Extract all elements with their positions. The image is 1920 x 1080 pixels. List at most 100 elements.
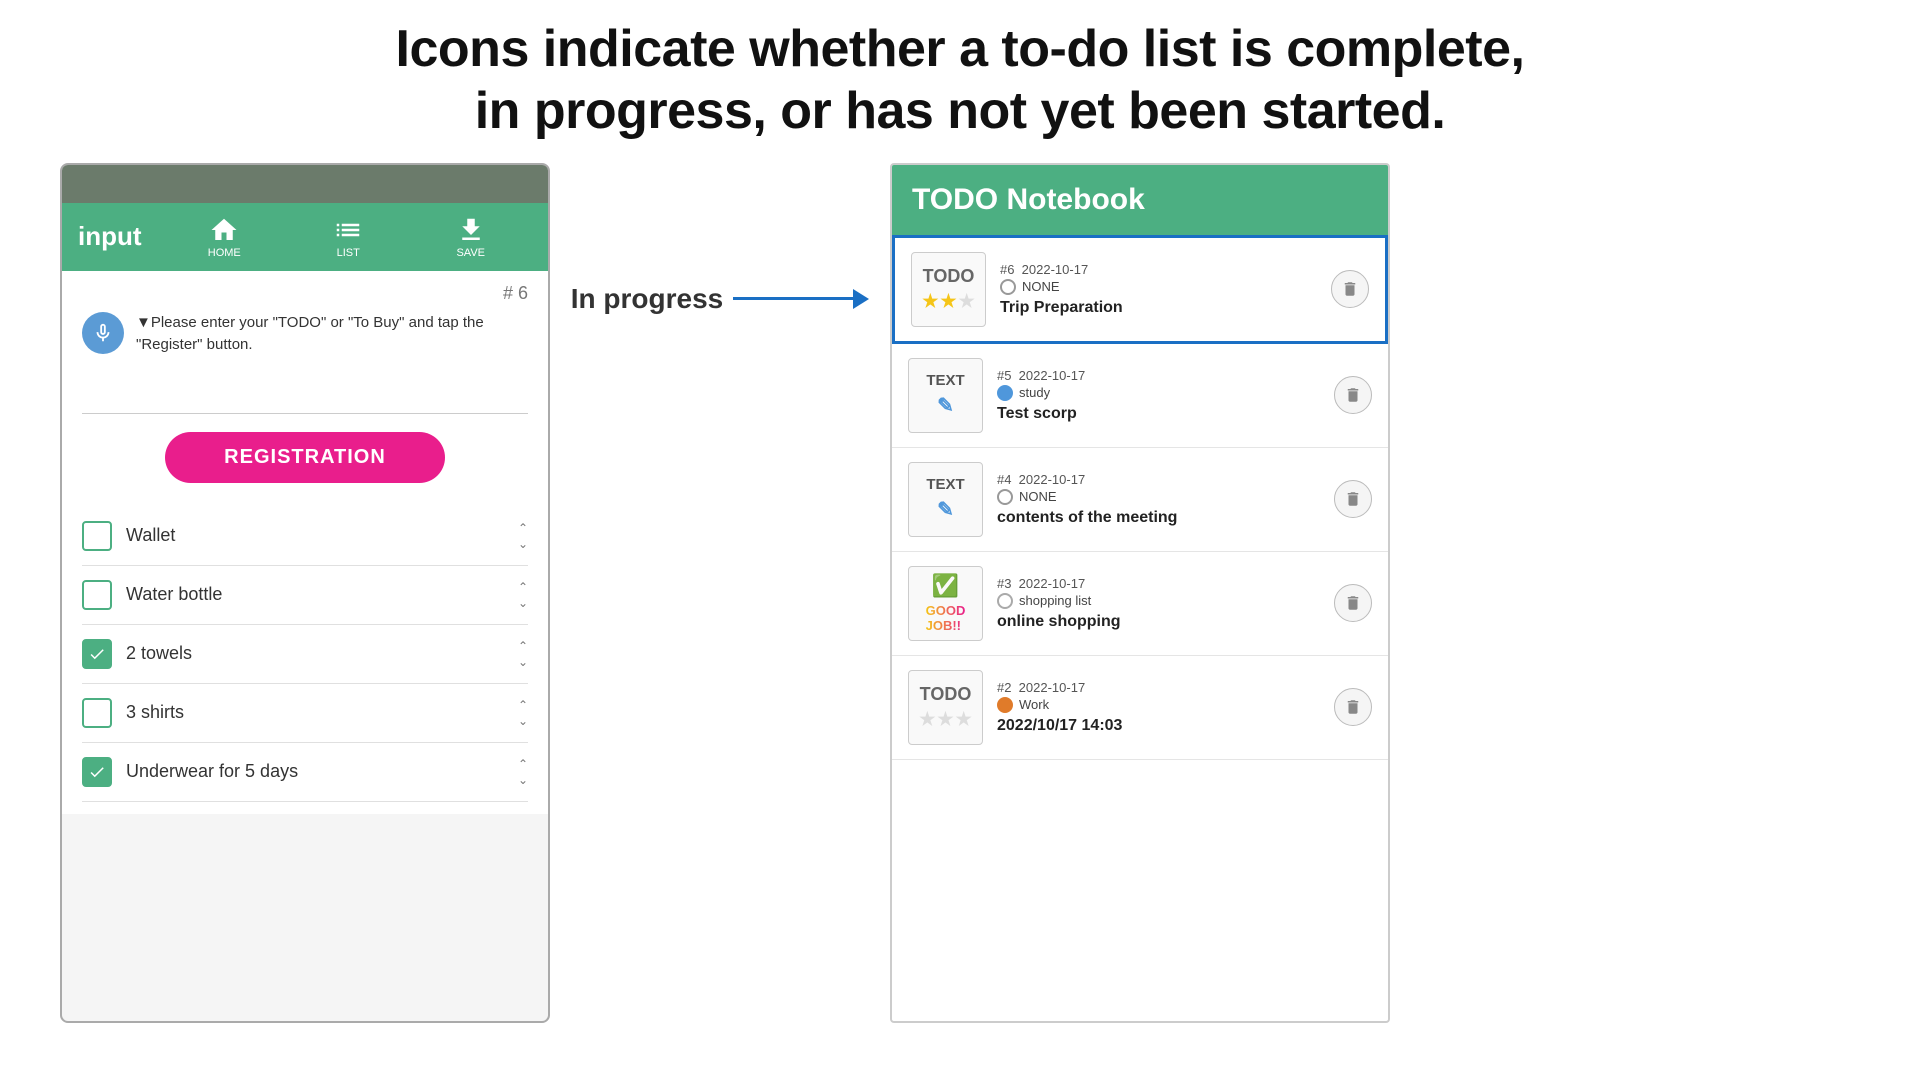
todo-tag-6: NONE (1000, 279, 1317, 295)
star-2: ★ (940, 291, 956, 312)
tag-circle-4 (997, 489, 1013, 505)
trash-icon-5 (1344, 386, 1362, 404)
checkbox-wallet[interactable] (82, 521, 112, 551)
nav-input-label: input (78, 221, 142, 252)
todo-item-3[interactable]: ✅ GOODJOB!! #3 2022-10-17 shopping list … (892, 552, 1388, 656)
todo-input[interactable] (82, 383, 528, 414)
trash-icon-3 (1344, 594, 1362, 612)
star-1: ★ (922, 291, 938, 312)
todo-panel: TODO Notebook TODO ★ ★ ★ #6 2022-10-17 (890, 163, 1390, 1023)
registration-button[interactable]: REGISTRATION (165, 432, 445, 483)
delete-btn-4[interactable] (1334, 480, 1372, 518)
todo-thumb-5: TEXT ✎ (908, 358, 983, 433)
todo-item-5[interactable]: TEXT ✎ #5 2022-10-17 study Test scorp (892, 344, 1388, 448)
todo-meta-6: #6 2022-10-17 (1000, 262, 1317, 277)
star-1-2: ★ (919, 709, 935, 730)
checklist-item-underwear: Underwear for 5 days ⌃ ⌄ (82, 743, 528, 802)
stars-6: ★ ★ ★ (922, 291, 974, 312)
nav-list-label: LIST (337, 247, 360, 259)
nav-icons: HOME LIST SAVE (162, 211, 532, 263)
todo-meta-4: #4 2022-10-17 (997, 472, 1320, 487)
sort-arrows-water-bottle[interactable]: ⌃ ⌄ (518, 580, 528, 610)
arrow-line (733, 297, 853, 300)
list-icon (333, 215, 363, 245)
todo-thumb-4: TEXT ✎ (908, 462, 983, 537)
delete-btn-3[interactable] (1334, 584, 1372, 622)
checkbox-underwear[interactable] (82, 757, 112, 787)
page-header: Icons indicate whether a to-do list is c… (0, 0, 1920, 153)
trash-icon-6 (1341, 280, 1359, 298)
header-line1: Icons indicate whether a to-do list is c… (396, 20, 1525, 78)
arrow-right (733, 289, 869, 309)
mic-icon[interactable] (82, 312, 124, 354)
todo-thumb-2: TODO ★ ★ ★ (908, 670, 983, 745)
sort-arrows-wallet[interactable]: ⌃ ⌄ (518, 521, 528, 551)
tag-label-4: NONE (1019, 489, 1057, 504)
todo-item-title-4: contents of the meeting (997, 509, 1320, 527)
checklist-label-shirts: 3 shirts (126, 702, 504, 723)
tag-label-3: shopping list (1019, 593, 1091, 608)
mobile-content: # 6 ▼Please enter your "TODO" or "To Buy… (62, 271, 548, 814)
todo-item-title-3: online shopping (997, 613, 1320, 631)
tag-circle-3 (997, 593, 1013, 609)
nav-list[interactable]: LIST (317, 211, 379, 263)
checklist-label-towels: 2 towels (126, 643, 504, 664)
delete-btn-6[interactable] (1331, 270, 1369, 308)
nav-save[interactable]: SAVE (440, 211, 502, 263)
todo-title: TODO Notebook (912, 183, 1145, 216)
checklist-label-underwear: Underwear for 5 days (126, 761, 504, 782)
todo-item-2[interactable]: TODO ★ ★ ★ #2 2022-10-17 Work 2022/10/17… (892, 656, 1388, 760)
delete-btn-2[interactable] (1334, 688, 1372, 726)
todo-info-2: #2 2022-10-17 Work 2022/10/17 14:03 (997, 680, 1320, 735)
todo-meta-2: #2 2022-10-17 (997, 680, 1320, 695)
checklist-item-towels: 2 towels ⌃ ⌄ (82, 625, 528, 684)
check-icon (88, 645, 106, 663)
entry-number: # 6 (82, 283, 528, 304)
todo-info-4: #4 2022-10-17 NONE contents of the meeti… (997, 472, 1320, 527)
checklist-item-shirts: 3 shirts ⌃ ⌄ (82, 684, 528, 743)
todo-thumb-3: ✅ GOODJOB!! (908, 566, 983, 641)
tag-circle-2 (997, 697, 1013, 713)
todo-tag-4: NONE (997, 489, 1320, 505)
checklist-label-water-bottle: Water bottle (126, 584, 504, 605)
todo-meta-3: #3 2022-10-17 (997, 576, 1320, 591)
trash-icon-2 (1344, 698, 1362, 716)
todo-tag-3: shopping list (997, 593, 1320, 609)
todo-meta-5: #5 2022-10-17 (997, 368, 1320, 383)
checklist: Wallet ⌃ ⌄ Water bottle ⌃ ⌄ (82, 507, 528, 802)
todo-item-title-5: Test scorp (997, 405, 1320, 423)
checkbox-towels[interactable] (82, 639, 112, 669)
checklist-item-wallet: Wallet ⌃ ⌄ (82, 507, 528, 566)
nav-home[interactable]: HOME (192, 211, 257, 263)
tag-circle-5 (997, 385, 1013, 401)
checkbox-water-bottle[interactable] (82, 580, 112, 610)
checklist-label-wallet: Wallet (126, 525, 504, 546)
arrow-section: In progress (550, 163, 890, 315)
checklist-item-water-bottle: Water bottle ⌃ ⌄ (82, 566, 528, 625)
todo-tag-2: Work (997, 697, 1320, 713)
tag-label-5: study (1019, 385, 1050, 400)
checkbox-shirts[interactable] (82, 698, 112, 728)
delete-btn-5[interactable] (1334, 376, 1372, 414)
star-3: ★ (959, 291, 975, 312)
todo-list: TODO ★ ★ ★ #6 2022-10-17 NONE Trip Prepa… (892, 235, 1388, 760)
nav-save-label: SAVE (456, 247, 485, 259)
mobile-nav: input HOME LIST (62, 203, 548, 271)
stars-2: ★ ★ ★ (919, 709, 971, 730)
todo-tag-5: study (997, 385, 1320, 401)
sort-arrows-towels[interactable]: ⌃ ⌄ (518, 639, 528, 669)
sort-arrows-shirts[interactable]: ⌃ ⌄ (518, 698, 528, 728)
tag-label-2: Work (1019, 697, 1049, 712)
home-icon (209, 215, 239, 245)
todo-item-title-2: 2022/10/17 14:03 (997, 717, 1320, 735)
todo-item-4[interactable]: TEXT ✎ #4 2022-10-17 NONE contents of th… (892, 448, 1388, 552)
todo-info-5: #5 2022-10-17 study Test scorp (997, 368, 1320, 423)
todo-info-6: #6 2022-10-17 NONE Trip Preparation (1000, 262, 1317, 317)
save-icon (456, 215, 486, 245)
todo-item-6[interactable]: TODO ★ ★ ★ #6 2022-10-17 NONE Trip Prepa… (892, 235, 1388, 344)
microphone-icon (92, 322, 114, 344)
arrow-head (853, 289, 869, 309)
todo-item-title-6: Trip Preparation (1000, 299, 1317, 317)
todo-info-3: #3 2022-10-17 shopping list online shopp… (997, 576, 1320, 631)
sort-arrows-underwear[interactable]: ⌃ ⌄ (518, 757, 528, 787)
